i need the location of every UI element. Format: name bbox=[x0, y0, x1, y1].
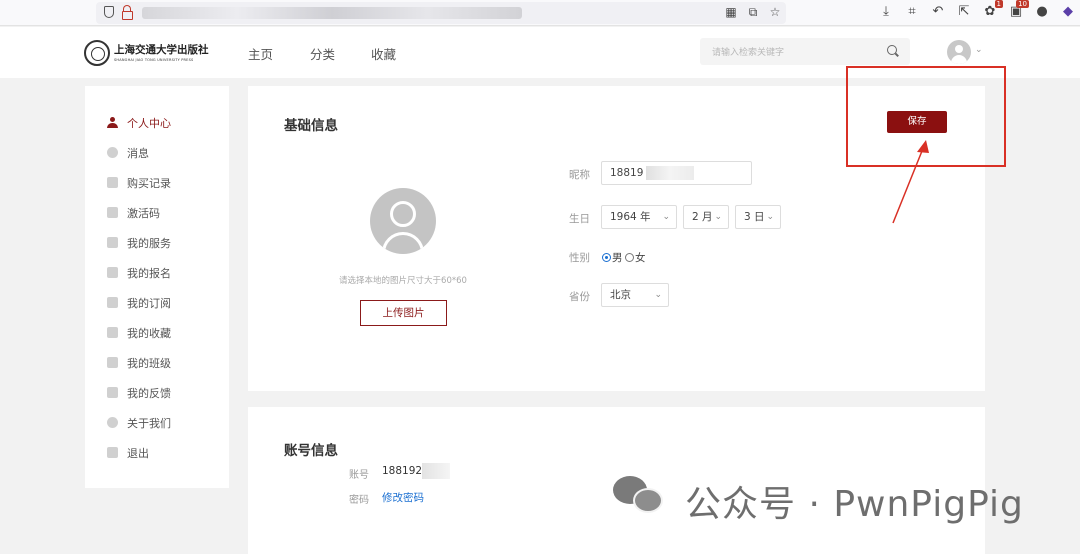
translate-icon[interactable]: ⧉ bbox=[746, 5, 760, 19]
browser-toolbar: ▦ ⧉ ☆ ⤓ ⌗ ↶ ⇱ ✿ 1 ▣ 10 ● ◆ bbox=[0, 0, 1080, 26]
chevron-down-icon: ⌄ bbox=[662, 212, 670, 222]
document-icon bbox=[107, 267, 118, 278]
birth-month-select[interactable]: 2 月 ⌄ bbox=[683, 205, 729, 229]
document-icon bbox=[107, 387, 118, 398]
address-bar[interactable]: ▦ ⧉ ☆ bbox=[96, 2, 786, 24]
sidebar-item-my-feedback[interactable]: 我的反馈 bbox=[107, 385, 171, 401]
basic-info-title: 基础信息 bbox=[284, 118, 338, 134]
extension-icon[interactable]: ✿ 1 bbox=[982, 0, 1003, 21]
sidebar-item-my-favorites[interactable]: 我的收藏 bbox=[107, 325, 171, 341]
sidebar-item-about-us[interactable]: 关于我们 bbox=[107, 415, 171, 431]
birth-day-select[interactable]: 3 日 ⌄ bbox=[735, 205, 781, 229]
undo-icon[interactable]: ↶ bbox=[930, 3, 946, 21]
sidebar-item-my-subscriptions[interactable]: 我的订阅 bbox=[107, 295, 171, 311]
publisher-logo[interactable]: 上海交通大学出版社 SHANGHAI JIAO TONG UNIVERSITY … bbox=[84, 40, 209, 68]
search-icon[interactable] bbox=[887, 45, 897, 55]
wechat-icon bbox=[613, 476, 665, 516]
sidebar-item-personal-center[interactable]: 个人中心 bbox=[107, 115, 171, 131]
birthday-label: 生日 bbox=[569, 213, 590, 225]
upload-hint: 请选择本地的图片尺寸大于60*60 bbox=[339, 276, 467, 286]
logout-icon bbox=[107, 447, 118, 458]
account-label: 账号 bbox=[349, 470, 369, 481]
crop-icon[interactable]: ⌗ bbox=[904, 3, 920, 21]
sidebar-item-my-classes[interactable]: 我的班级 bbox=[107, 355, 171, 371]
nickname-value: 18819 bbox=[610, 167, 644, 179]
lock-icon[interactable] bbox=[122, 5, 133, 20]
cart-icon bbox=[107, 177, 118, 188]
nickname-redaction bbox=[646, 166, 694, 180]
province-label: 省份 bbox=[569, 291, 590, 303]
chevron-down-icon: ⌄ bbox=[714, 212, 722, 222]
key-icon bbox=[107, 207, 118, 218]
nav-category[interactable]: 分类 bbox=[310, 44, 335, 63]
download-icon[interactable]: ⤓ bbox=[878, 3, 894, 21]
qr-code-icon[interactable]: ▦ bbox=[724, 5, 738, 19]
chevron-down-icon: ⌄ bbox=[654, 290, 662, 300]
document-icon bbox=[107, 357, 118, 368]
radio-unselected-icon bbox=[625, 253, 634, 262]
watermark-text: 公众号 · PwnPigPig bbox=[685, 484, 1024, 525]
nickname-field[interactable]: 18819 bbox=[601, 161, 752, 185]
account-value: 188192 bbox=[382, 465, 423, 477]
notes-extension-icon[interactable]: ▣ 10 bbox=[1008, 0, 1029, 21]
logo-name: 上海交通大学出版社 bbox=[114, 44, 209, 56]
logo-subtitle: SHANGHAI JIAO TONG UNIVERSITY PRESS bbox=[114, 58, 194, 62]
nickname-label: 昵称 bbox=[569, 169, 590, 181]
search-placeholder: 请输入检索关键字 bbox=[712, 48, 785, 58]
sidebar: 个人中心 消息 购买记录 激活码 我的服务 我的报名 我的订阅 我的收藏 我的班… bbox=[85, 86, 229, 488]
profile-avatar-icon bbox=[370, 188, 436, 254]
chevron-down-icon[interactable]: ⌄ bbox=[975, 46, 983, 55]
annotation-highlight-box bbox=[846, 66, 1006, 167]
cookie-extension-icon[interactable]: ● bbox=[1034, 3, 1050, 21]
chevron-down-icon: ⌄ bbox=[766, 212, 774, 222]
message-icon bbox=[107, 147, 118, 158]
puzzle-extension-icon[interactable]: ◆ bbox=[1060, 3, 1076, 21]
shield-icon[interactable] bbox=[104, 6, 114, 18]
upload-image-button[interactable]: 上传图片 bbox=[360, 300, 447, 326]
province-select[interactable]: 北京 ⌄ bbox=[601, 283, 669, 307]
nav-home[interactable]: 主页 bbox=[248, 44, 273, 63]
gear-icon bbox=[107, 417, 118, 428]
gender-female-radio[interactable]: 女 bbox=[625, 250, 646, 265]
bookmark-star-icon[interactable]: ☆ bbox=[768, 5, 782, 19]
sidebar-item-my-services[interactable]: 我的服务 bbox=[107, 235, 171, 251]
url-text-blurred bbox=[142, 7, 522, 19]
gender-label: 性别 bbox=[569, 252, 590, 264]
search-input[interactable]: 请输入检索关键字 bbox=[700, 38, 910, 65]
user-avatar-icon[interactable] bbox=[947, 40, 971, 64]
sidebar-item-purchases[interactable]: 购买记录 bbox=[107, 175, 171, 191]
share-icon[interactable]: ⇱ bbox=[956, 3, 972, 21]
university-emblem-icon bbox=[84, 40, 110, 66]
list-icon bbox=[107, 297, 118, 308]
document-icon bbox=[107, 237, 118, 248]
sidebar-item-my-registrations[interactable]: 我的报名 bbox=[107, 265, 171, 281]
password-label: 密码 bbox=[349, 495, 369, 506]
user-icon bbox=[107, 117, 118, 128]
document-icon bbox=[107, 327, 118, 338]
account-redaction bbox=[422, 463, 450, 479]
nav-favorites[interactable]: 收藏 bbox=[371, 44, 396, 63]
sidebar-item-logout[interactable]: 退出 bbox=[107, 445, 149, 461]
radio-selected-icon bbox=[602, 253, 611, 262]
sidebar-item-activation-code[interactable]: 激活码 bbox=[107, 205, 160, 221]
birth-year-select[interactable]: 1964 年 ⌄ bbox=[601, 205, 677, 229]
change-password-link[interactable]: 修改密码 bbox=[382, 490, 424, 505]
gender-male-radio[interactable]: 男 bbox=[602, 250, 623, 265]
sidebar-item-messages[interactable]: 消息 bbox=[107, 145, 149, 161]
account-info-title: 账号信息 bbox=[284, 443, 338, 459]
